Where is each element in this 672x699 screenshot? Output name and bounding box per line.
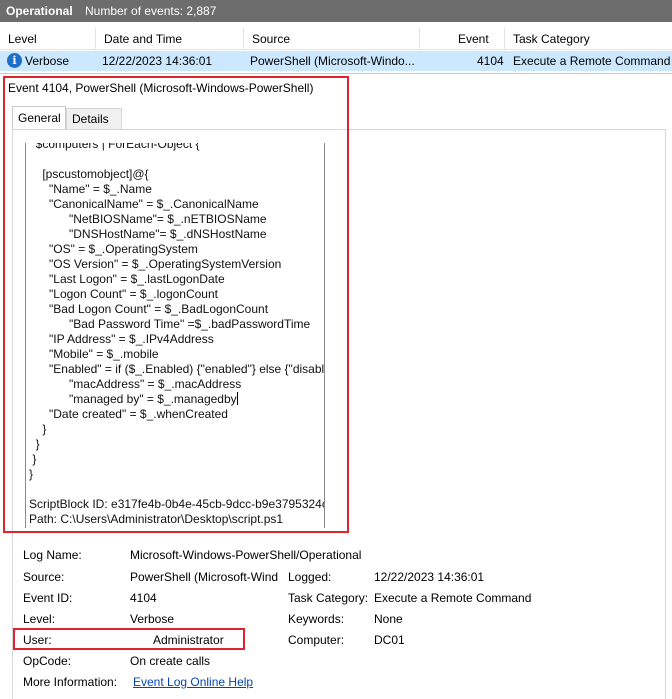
log-header-bar: Operational Number of events: 2,887 xyxy=(0,0,672,22)
row-level: Verbose xyxy=(25,54,70,68)
info-icon: i xyxy=(7,53,22,68)
value-opcode: On create calls xyxy=(130,654,211,668)
log-name: Operational xyxy=(6,4,73,18)
splitter[interactable] xyxy=(0,73,672,74)
table-row[interactable]: Verbose 12/22/2023 14:36:01 PowerShell (… xyxy=(0,51,672,71)
row-event-id: 4104 xyxy=(477,54,504,68)
column-date-time[interactable]: Date and Time xyxy=(96,28,244,50)
label-logged: Logged: xyxy=(288,570,332,584)
label-log-name: Log Name: xyxy=(23,548,82,562)
column-task-category[interactable]: Task Category xyxy=(505,28,672,50)
label-task-category: Task Category: xyxy=(288,591,369,605)
highlight-box-user xyxy=(13,628,245,650)
label-keywords: Keywords: xyxy=(288,612,345,626)
event-log-help-link[interactable]: Event Log Online Help xyxy=(133,675,253,689)
label-source: Source: xyxy=(23,570,65,584)
column-event-id[interactable]: Event ID xyxy=(420,28,505,68)
value-keywords: None xyxy=(374,612,403,626)
label-event-id: Event ID: xyxy=(23,591,73,605)
column-source[interactable]: Source xyxy=(244,28,420,50)
value-task-category: Execute a Remote Command xyxy=(374,591,532,605)
value-log-name: Microsoft-Windows-PowerShell/Operational xyxy=(130,548,362,562)
row-task-category: Execute a Remote Command xyxy=(513,54,671,68)
row-date-time: 12/22/2023 14:36:01 xyxy=(102,54,213,68)
highlight-box-message xyxy=(3,76,349,533)
value-logged: 12/22/2023 14:36:01 xyxy=(374,570,485,584)
events-table-header: Level Date and Time Source Event ID Task… xyxy=(0,28,672,68)
row-source: PowerShell (Microsoft-Windo... xyxy=(250,54,415,68)
column-level[interactable]: Level xyxy=(0,28,96,50)
value-event-id: 4104 xyxy=(130,591,157,605)
event-count: Number of events: 2,887 xyxy=(85,4,217,18)
label-opcode: OpCode: xyxy=(23,654,72,668)
label-computer: Computer: xyxy=(288,633,345,647)
label-level: Level: xyxy=(23,612,56,626)
label-more-info: More Information: xyxy=(23,675,118,689)
value-level: Verbose xyxy=(130,612,175,626)
value-computer: DC01 xyxy=(374,633,405,647)
value-source: PowerShell (Microsoft-Wind xyxy=(130,570,279,584)
